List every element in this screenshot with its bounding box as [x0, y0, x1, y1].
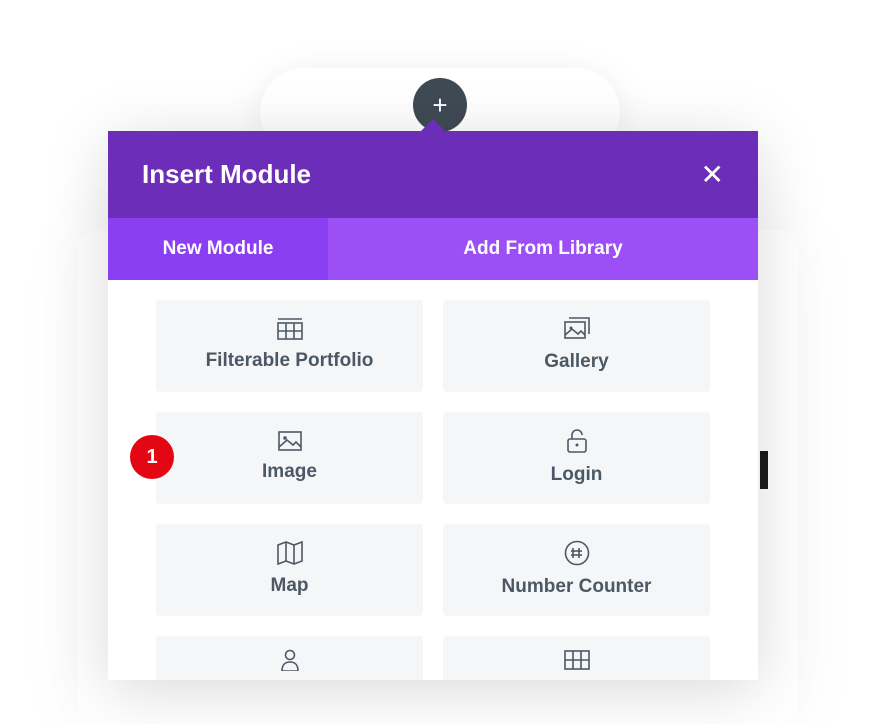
- module-filterable-portfolio[interactable]: Filterable Portfolio: [156, 300, 423, 392]
- module-label: Gallery: [544, 351, 608, 373]
- module-label: Number Counter: [502, 576, 652, 598]
- image-icon: [278, 431, 302, 451]
- module-label: Login: [551, 464, 603, 486]
- modal-arrow: [420, 119, 446, 132]
- module-portfolio[interactable]: [443, 636, 710, 680]
- module-person[interactable]: [156, 636, 423, 680]
- gallery-icon: [564, 317, 590, 341]
- module-map[interactable]: Map: [156, 524, 423, 616]
- table-icon: [564, 650, 590, 670]
- scrollbar-thumb[interactable]: [760, 451, 768, 489]
- modal-tabs: New Module Add From Library: [108, 218, 758, 280]
- module-login[interactable]: Login: [443, 412, 710, 504]
- tab-new-module[interactable]: New Module: [108, 218, 328, 280]
- module-grid-wrap: Filterable Portfolio Gallery: [108, 280, 758, 680]
- close-button[interactable]: ✕: [701, 161, 724, 189]
- module-number-counter[interactable]: Number Counter: [443, 524, 710, 616]
- module-label: Map: [271, 575, 309, 597]
- module-label: Image: [262, 461, 317, 483]
- modal-header: Insert Module ✕: [108, 131, 758, 218]
- person-icon: [280, 649, 300, 671]
- map-icon: [277, 541, 303, 565]
- annotation-badge-1: 1: [130, 435, 174, 479]
- tab-add-from-library[interactable]: Add From Library: [328, 218, 758, 280]
- insert-module-modal: Insert Module ✕ New Module Add From Libr…: [108, 131, 758, 680]
- grid-icon: [277, 318, 303, 340]
- plus-icon: +: [432, 90, 447, 121]
- unlock-icon: [566, 428, 588, 454]
- module-grid: Filterable Portfolio Gallery: [156, 300, 710, 680]
- module-gallery[interactable]: Gallery: [443, 300, 710, 392]
- module-label: Filterable Portfolio: [206, 350, 374, 372]
- module-image[interactable]: Image: [156, 412, 423, 504]
- close-icon: ✕: [701, 159, 724, 190]
- hash-circle-icon: [564, 540, 590, 566]
- modal-title: Insert Module: [142, 159, 311, 190]
